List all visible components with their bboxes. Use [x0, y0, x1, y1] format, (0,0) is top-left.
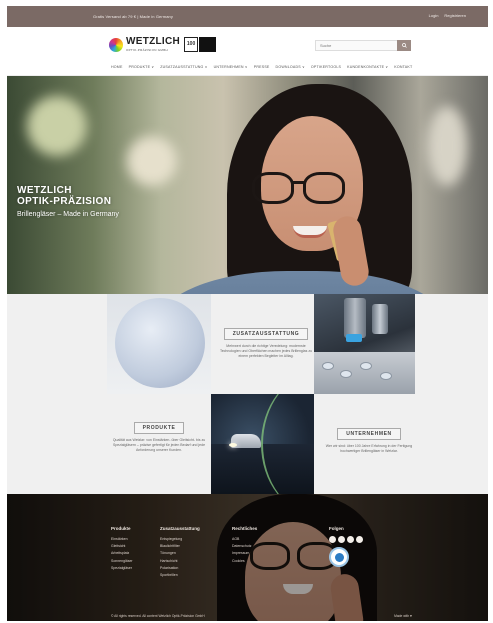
tray-lens: [322, 362, 334, 370]
nav-item-home[interactable]: Home: [111, 65, 123, 69]
nav-item-zusatzausstattung[interactable]: Zusatzausstattung ∨: [160, 65, 207, 69]
car-image-tile[interactable]: [211, 394, 314, 494]
quality-seal-icon: [329, 547, 349, 567]
produkte-text: Qualität aus Wetzlar: von Einstärken- üb…: [112, 438, 206, 452]
footer-link[interactable]: Einstärken: [111, 536, 133, 543]
car-headlight: [229, 443, 237, 447]
search-box: [315, 40, 411, 51]
hero-bokeh: [27, 96, 87, 156]
top-bar: Gratis Versand ab 79 € | Made in Germany…: [7, 6, 488, 27]
footer-link[interactable]: Spezialgläser: [111, 565, 133, 572]
footer-heading: Produkte: [111, 526, 131, 531]
footer-link[interactable]: Polarisation: [160, 565, 200, 572]
site-logo[interactable]: WETZLICH OPTIK-PRÄZISION GMBH 100: [109, 36, 217, 53]
nav-item-presse[interactable]: Presse: [254, 65, 270, 69]
hero-glasses-bridge: [293, 181, 304, 184]
tray-lens: [360, 362, 372, 370]
search-icon: [401, 43, 407, 48]
page-frame: Gratis Versand ab 79 € | Made in Germany…: [7, 6, 488, 621]
footer-heading: Zusatzausstattung: [160, 526, 200, 531]
unternehmen-title[interactable]: UNTERNEHMEN: [337, 428, 401, 440]
produkte-box: PRODUKTE Qualität aus Wetzlar: von Einst…: [109, 416, 209, 453]
grid-cell-empty: [7, 394, 107, 494]
zusatz-text: Mehrwert durch die richtige Veredelung: …: [219, 344, 313, 358]
footer-column-produkte: Produkte Einstärken Gleitsicht Arbeitspl…: [111, 526, 133, 572]
quality-seal-inner: [334, 552, 344, 562]
made-with-text: Made with ♥: [394, 614, 412, 618]
hero-glasses-left: [252, 172, 294, 204]
logo-text: WETZLICH OPTIK-PRÄZISION GMBH: [126, 36, 181, 53]
unternehmen-text: Wer wir sind: über 100 Jahre Erfahrung i…: [325, 444, 413, 453]
search-button[interactable]: [397, 40, 411, 51]
nav-item-kundenkontakte[interactable]: Kundenkontakte ∨: [347, 65, 388, 69]
nav-item-produkte[interactable]: Produkte ∨: [129, 65, 155, 69]
linkedin-icon[interactable]: [356, 536, 363, 543]
site-footer: Produkte Einstärken Gleitsicht Arbeitspl…: [7, 494, 488, 621]
footer-link[interactable]: Hartschicht: [160, 558, 200, 565]
produkte-title[interactable]: PRODUKTE: [133, 422, 185, 434]
main-nav: Home Produkte ∨ Zusatzausstattung ∨ Unte…: [7, 60, 488, 76]
footer-column-social: Folgen: [329, 526, 363, 567]
footer-link[interactable]: Arbeitsplatz: [111, 550, 133, 557]
nav-item-kontakt[interactable]: Kontakt: [394, 65, 412, 69]
tray-lens: [380, 372, 392, 380]
login-link[interactable]: Login: [429, 13, 439, 18]
footer-link[interactable]: Tönungen: [160, 550, 200, 557]
top-bar-info: Gratis Versand ab 79 € | Made in Germany: [93, 14, 173, 19]
grid-cell-empty: [7, 294, 107, 394]
grid-cell-empty: [415, 294, 488, 394]
footer-link[interactable]: Sportbrillen: [160, 572, 200, 579]
footer-column-rechtliches: Rechtliches AGB Datenschutz Impressum Co…: [232, 526, 257, 565]
site-header: WETZLICH OPTIK-PRÄZISION GMBH 100: [7, 27, 488, 60]
machine-light: [346, 334, 362, 342]
hero-banner: WETZLICH OPTIK-PRÄZISION Brillengläser –…: [7, 76, 488, 294]
copyright-text: © All rights reserved. All content Wetzl…: [111, 614, 205, 618]
footer-heading: Rechtliches: [232, 526, 258, 531]
instagram-icon[interactable]: [338, 536, 345, 543]
search-input[interactable]: [316, 41, 394, 50]
youtube-icon[interactable]: [347, 536, 354, 543]
lens-image: [115, 298, 205, 388]
social-icons: [329, 536, 363, 543]
top-bar-links: Login Registrieren: [429, 13, 466, 18]
certificate-badge-icon: [199, 37, 217, 52]
lens-image-tile[interactable]: [107, 294, 211, 394]
logo-name: WETZLICH: [126, 36, 181, 47]
hero-bokeh: [127, 136, 177, 186]
hero-text: WETZLICH OPTIK-PRÄZISION Brillengläser –…: [17, 185, 119, 218]
facebook-icon[interactable]: [329, 536, 336, 543]
footer-link[interactable]: Blaulichtfilter: [160, 543, 200, 550]
nav-item-downloads[interactable]: Downloads ∨: [276, 65, 305, 69]
tray-lens: [340, 370, 352, 378]
footer-link[interactable]: Entspiegelung: [160, 536, 200, 543]
lens-arc: [261, 394, 314, 494]
zusatz-box: ZUSATZAUSSTATTUNG Mehrwert durch die ric…: [216, 322, 316, 359]
hero-title-line1: WETZLICH: [17, 185, 72, 196]
machine-image: [372, 304, 388, 334]
logo-subtitle: OPTIK-PRÄZISION GMBH: [126, 48, 169, 52]
machine-image-tile[interactable]: [314, 294, 415, 394]
footer-link[interactable]: Cookies: [232, 558, 257, 565]
footer-link[interactable]: Gleitsicht: [111, 543, 133, 550]
nav-item-unternehmen[interactable]: Unternehmen ∨: [214, 65, 248, 69]
nav-item-optikertools[interactable]: Optikertools: [311, 65, 341, 69]
grid-cell-empty: [415, 394, 488, 494]
footer-column-zusatz: Zusatzausstattung Entspiegelung Blaulich…: [160, 526, 200, 579]
unternehmen-box: UNTERNEHMEN Wer wir sind: über 100 Jahre…: [319, 422, 419, 454]
anniversary-badge: 100: [184, 37, 199, 52]
hero-glasses-right: [303, 172, 345, 204]
footer-heading: Folgen: [329, 526, 344, 531]
footer-link[interactable]: Sonnengläser: [111, 558, 133, 565]
footer-link[interactable]: Datenschutz: [232, 543, 257, 550]
footer-link[interactable]: AGB: [232, 536, 257, 543]
register-link[interactable]: Registrieren: [444, 13, 466, 18]
hero-title-line2: OPTIK-PRÄZISION: [17, 196, 112, 207]
hero-bokeh: [427, 106, 467, 186]
hero-subtitle: Brillengläser – Made in Germany: [17, 211, 119, 218]
machine-image: [344, 298, 366, 338]
zusatz-title[interactable]: ZUSATZAUSSTATTUNG: [223, 328, 309, 340]
footer-link[interactable]: Impressum: [232, 550, 257, 557]
lens-tray: [314, 352, 415, 394]
logo-mark-icon: [109, 37, 123, 52]
